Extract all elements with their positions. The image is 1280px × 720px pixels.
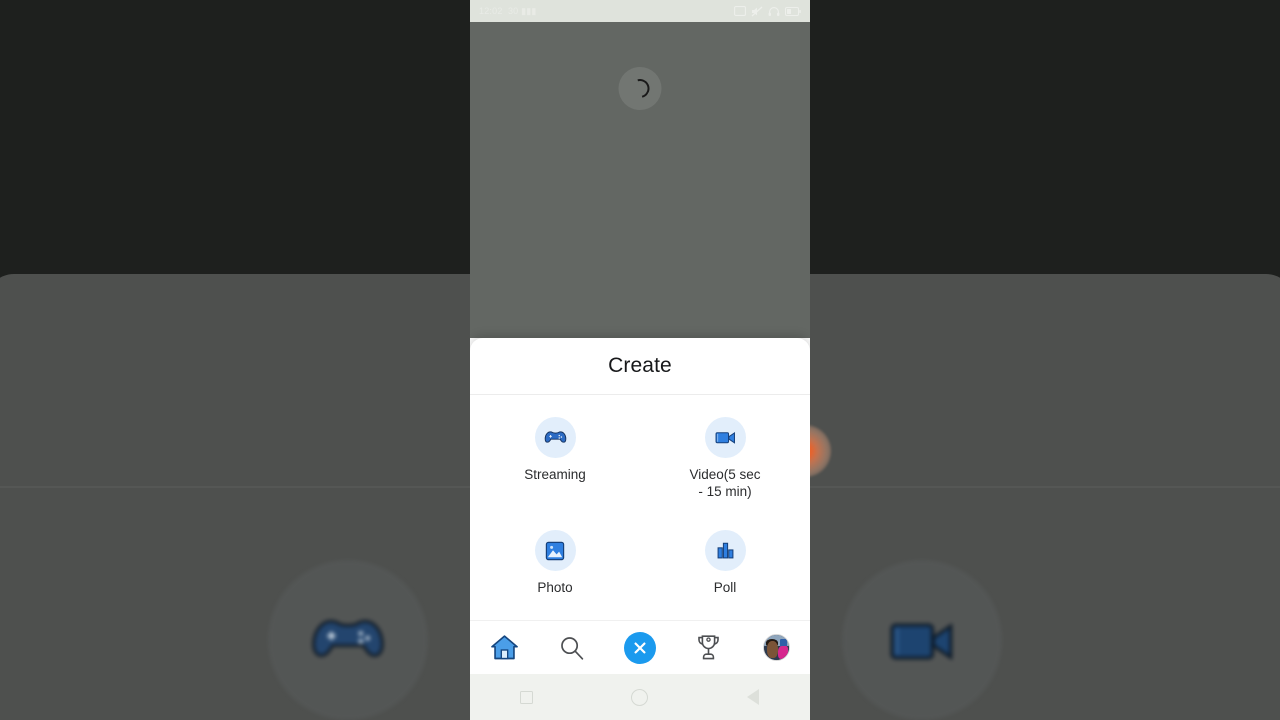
create-sheet-title: Create <box>608 354 672 377</box>
create-option-video-label: Video(5 sec - 15 min) <box>689 467 761 499</box>
create-options-row-1: Streaming Video(5 sec - 15 min) <box>470 409 810 500</box>
circle-icon <box>631 688 649 706</box>
create-option-streaming-label: Streaming <box>524 467 586 482</box>
loading-spinner <box>618 67 662 110</box>
bottom-nav-search[interactable] <box>538 635 606 661</box>
bottom-nav-profile[interactable] <box>742 634 810 661</box>
close-icon <box>634 641 646 653</box>
spinner-arc <box>627 75 653 102</box>
headphones-icon <box>768 6 780 16</box>
system-nav-back[interactable] <box>697 689 810 705</box>
create-option-photo[interactable]: Photo <box>470 522 640 596</box>
square-icon <box>520 690 534 704</box>
bar-chart-icon <box>704 530 746 571</box>
trophy-icon <box>697 635 719 660</box>
phone-screen: 12:02 30 ▮▮▮ Create Streaming Video(5 se… <box>470 0 810 720</box>
system-nav-recents[interactable] <box>470 690 583 704</box>
video-camera-icon <box>704 417 746 458</box>
create-option-poll-label: Poll <box>713 580 737 595</box>
image-icon <box>534 530 576 571</box>
bottom-nav-close[interactable] <box>606 631 674 664</box>
app-content-area <box>470 22 810 338</box>
create-option-photo-label: Photo <box>537 580 573 595</box>
create-option-video[interactable]: Video(5 sec - 15 min) <box>640 409 810 500</box>
status-bar-left: 12:02 30 ▮▮▮ <box>479 5 537 16</box>
bottom-nav-trophy[interactable] <box>674 634 742 661</box>
gamepad-icon <box>534 417 576 458</box>
create-sheet: Create Streaming Video(5 sec - 15 min) P… <box>470 338 810 620</box>
create-options-row-2: Photo Poll <box>470 522 810 596</box>
background-gamepad-icon <box>268 560 428 720</box>
background-video-camera-icon <box>842 560 1002 720</box>
home-icon <box>490 635 518 660</box>
status-bar: 12:02 30 ▮▮▮ <box>470 0 810 22</box>
status-bar-icons <box>734 6 801 17</box>
search-icon <box>561 636 584 660</box>
create-options-grid: Streaming Video(5 sec - 15 min) Photo Po… <box>470 395 810 596</box>
system-nav-home[interactable] <box>583 688 696 706</box>
screenshot-root: 12:02 30 ▮▮▮ Create Streaming Video(5 se… <box>0 0 1280 720</box>
create-option-streaming[interactable]: Streaming <box>470 409 640 483</box>
bottom-nav-bar <box>470 620 810 674</box>
create-option-poll[interactable]: Poll <box>640 522 810 596</box>
bottom-nav-home[interactable] <box>470 634 538 661</box>
sim-icon <box>734 6 746 16</box>
triangle-left-icon <box>747 689 760 705</box>
avatar <box>762 634 790 661</box>
mute-icon <box>751 6 763 16</box>
battery-icon <box>785 6 801 16</box>
android-system-nav <box>470 674 810 720</box>
close-button[interactable] <box>624 631 656 664</box>
